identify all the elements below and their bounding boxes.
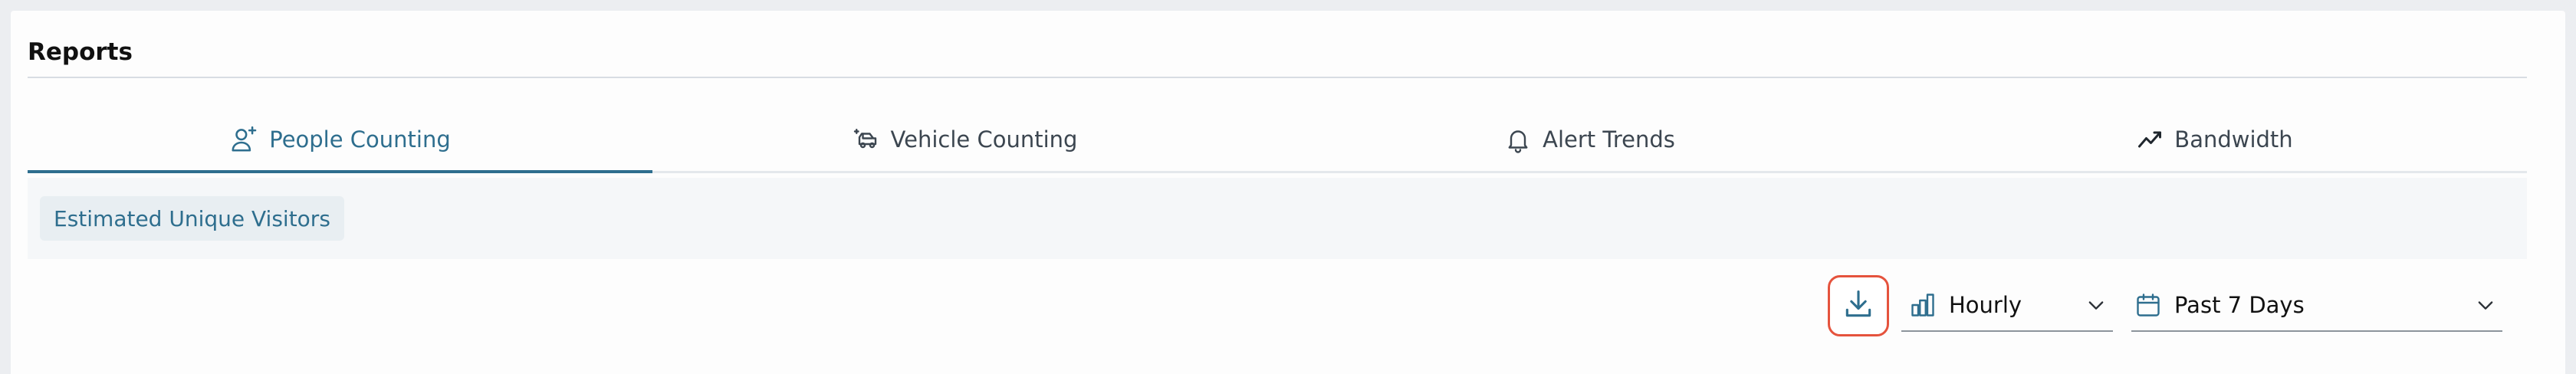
- calendar-icon: [2134, 291, 2162, 319]
- download-icon: [1842, 287, 1875, 325]
- bar-chart-icon: [1909, 291, 1937, 319]
- subtab-estimated-unique-visitors[interactable]: Estimated Unique Visitors: [40, 196, 344, 241]
- tab-label: Vehicle Counting: [890, 126, 1078, 153]
- page-header: Reports: [28, 35, 133, 69]
- date-range-select[interactable]: Past 7 Days: [2131, 280, 2502, 332]
- subtab-bar: Estimated Unique Visitors: [28, 178, 2527, 259]
- download-button[interactable]: [1828, 275, 1889, 336]
- header-divider: [28, 77, 2527, 78]
- tab-label: Bandwidth: [2174, 126, 2293, 153]
- tab-people-counting[interactable]: People Counting: [28, 115, 652, 173]
- tab-vehicle-counting[interactable]: Vehicle Counting: [652, 115, 1277, 171]
- interval-value: Hourly: [1949, 292, 2022, 318]
- chevron-down-icon: [2475, 294, 2496, 316]
- date-range-value: Past 7 Days: [2174, 292, 2305, 318]
- tab-alert-trends[interactable]: Alert Trends: [1277, 115, 1902, 171]
- bell-icon: [1504, 126, 1532, 153]
- vehicle-icon: [853, 126, 880, 153]
- report-tabs: People Counting Vehicle Counting Alert T…: [28, 115, 2527, 173]
- page-title: Reports: [28, 38, 133, 66]
- report-controls: Hourly Past 7 Days: [1828, 274, 2502, 337]
- tab-bandwidth[interactable]: Bandwidth: [1902, 115, 2527, 171]
- tab-label: People Counting: [269, 126, 451, 153]
- trend-line-icon: [2136, 126, 2164, 153]
- tab-label: Alert Trends: [1543, 126, 1675, 153]
- interval-select[interactable]: Hourly: [1901, 280, 2113, 332]
- person-add-icon: [229, 125, 258, 154]
- chevron-down-icon: [2085, 294, 2107, 316]
